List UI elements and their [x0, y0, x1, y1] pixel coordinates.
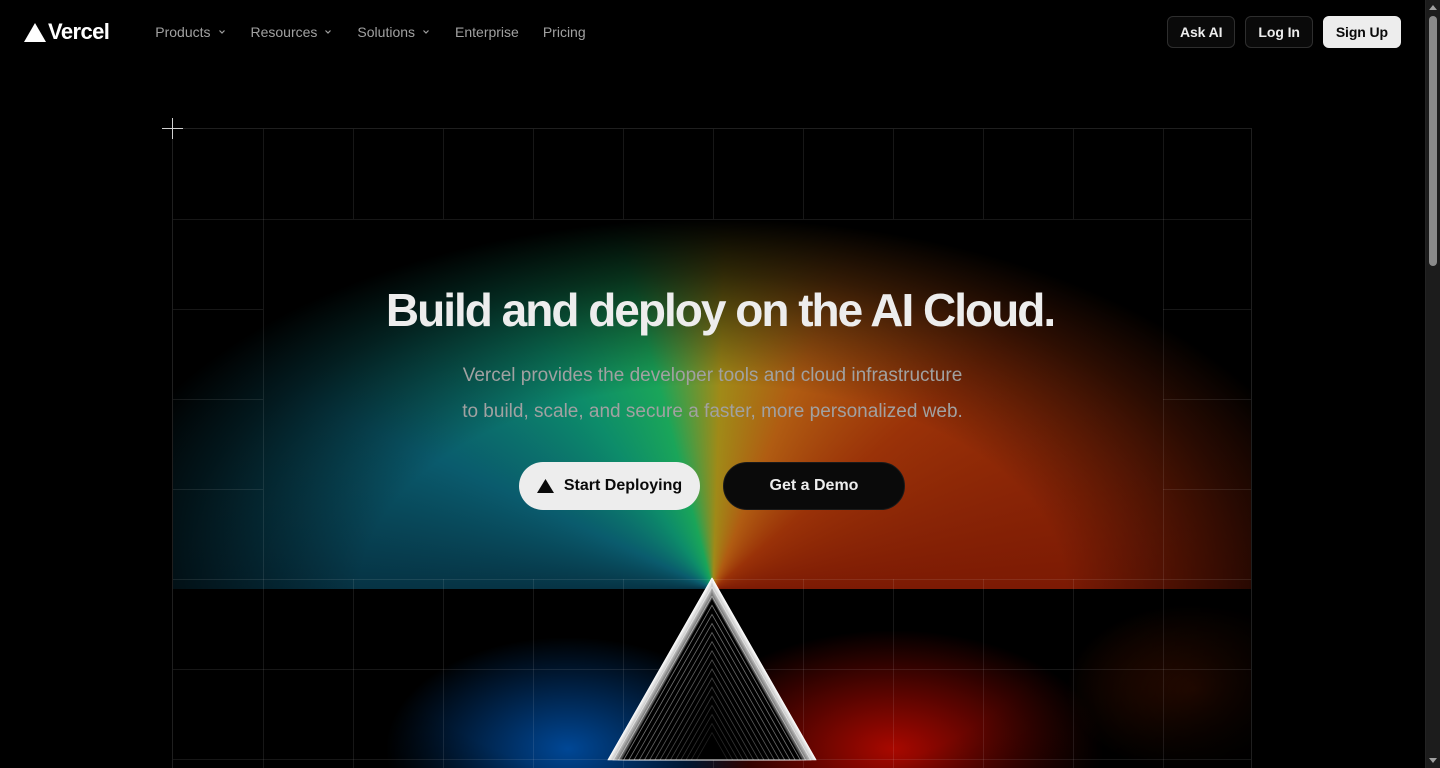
- nav-solutions[interactable]: Solutions: [345, 18, 443, 46]
- grid-line: [623, 129, 624, 219]
- start-deploying-button[interactable]: Start Deploying: [519, 462, 700, 510]
- grid-line: [533, 129, 534, 219]
- grid-line: [263, 129, 264, 768]
- grid-line: [353, 579, 354, 768]
- prism-triangle-graphic: [607, 577, 817, 761]
- logo-text: Vercel: [48, 19, 110, 44]
- grid-line: [1073, 579, 1074, 768]
- nav-actions: Ask AI Log In Sign Up: [1166, 16, 1401, 48]
- nav-solutions-label: Solutions: [357, 24, 416, 40]
- hero-headline: Build and deploy on the AI Cloud.: [385, 284, 1056, 336]
- nav-pricing-label: Pricing: [542, 24, 586, 40]
- triangle-icon: [536, 479, 554, 493]
- grid-line: [533, 579, 534, 768]
- nav-enterprise[interactable]: Enterprise: [443, 18, 531, 46]
- nav-products[interactable]: Products: [143, 18, 238, 46]
- chevron-down-icon: [218, 30, 225, 34]
- grid-line: [1163, 489, 1251, 490]
- grid-line: [173, 489, 263, 490]
- login-button[interactable]: Log In: [1245, 16, 1313, 48]
- grid-line: [983, 129, 984, 219]
- grid-line: [443, 579, 444, 768]
- nav-pricing[interactable]: Pricing: [531, 18, 598, 46]
- nav-products-label: Products: [155, 24, 211, 40]
- grid-line: [353, 129, 354, 219]
- grid-line: [713, 129, 714, 219]
- vercel-logo[interactable]: Vercel: [24, 19, 110, 45]
- ask-ai-button[interactable]: Ask AI: [1166, 16, 1236, 48]
- grid-line: [803, 129, 804, 219]
- hero-subtitle-line2: to build, scale, and secure a faster, mo…: [462, 401, 963, 422]
- grid-line: [893, 129, 894, 219]
- chevron-down-icon: [325, 30, 332, 34]
- scrollbar-thumb[interactable]: [1429, 16, 1437, 266]
- triangle-logo-icon: [24, 22, 46, 42]
- grid-line: [173, 219, 1251, 220]
- crosshair-plus-icon: [162, 118, 183, 139]
- main-menu: Products Resources Solutions Enterprise …: [143, 18, 597, 46]
- nav-resources-label: Resources: [250, 24, 318, 40]
- grid-line: [983, 579, 984, 768]
- vertical-scrollbar[interactable]: [1425, 0, 1440, 768]
- grid-line: [1073, 129, 1074, 219]
- nav-resources[interactable]: Resources: [239, 18, 346, 46]
- grid-line: [1163, 129, 1164, 768]
- nav-enterprise-label: Enterprise: [455, 24, 519, 40]
- get-demo-button[interactable]: Get a Demo: [723, 462, 905, 510]
- scroll-down-arrow-icon[interactable]: [1429, 758, 1437, 763]
- start-deploying-label: Start Deploying: [563, 477, 683, 494]
- chevron-down-icon: [423, 30, 429, 34]
- hero-subtitle-line1: Vercel provides the developer tools and …: [462, 365, 963, 386]
- scroll-up-arrow-icon[interactable]: [1429, 5, 1437, 10]
- grid-line: [893, 579, 894, 768]
- grid-line: [443, 129, 444, 219]
- signup-button[interactable]: Sign Up: [1322, 16, 1401, 48]
- top-navigation: Vercel Products Resources Solutions Ente…: [0, 0, 1425, 64]
